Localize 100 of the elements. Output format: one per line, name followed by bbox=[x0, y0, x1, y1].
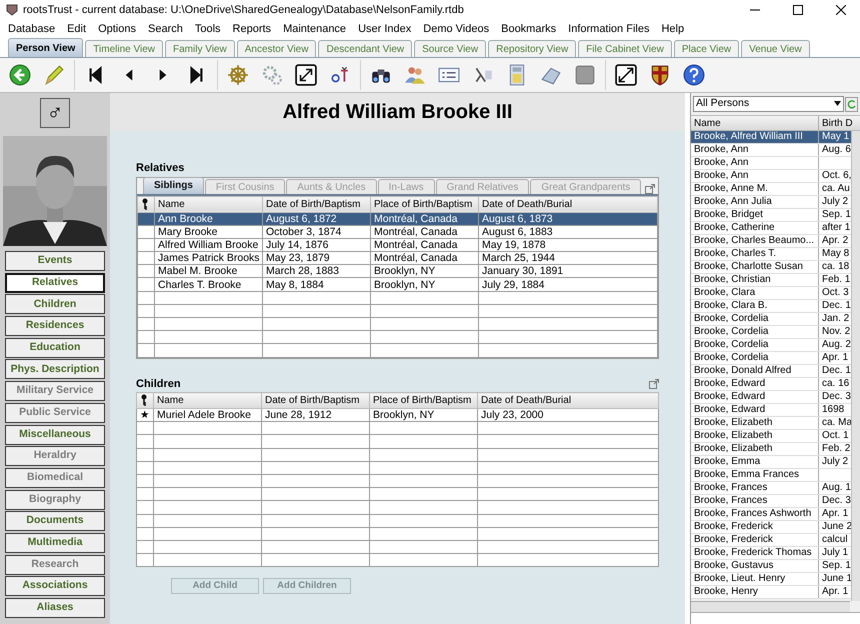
section-button[interactable]: Phys. Description bbox=[5, 359, 105, 380]
list-row[interactable]: Brooke, Elizabeth Feb. 2 bbox=[691, 443, 851, 456]
section-button[interactable]: Military Service bbox=[5, 381, 105, 402]
menu-item[interactable]: Maintenance bbox=[277, 20, 352, 38]
list-row[interactable]: Brooke, Edward Dec. 3 bbox=[691, 391, 851, 404]
list-row[interactable]: Brooke, Emma Frances bbox=[691, 469, 851, 482]
list-row[interactable]: Brooke, Frederick calcul bbox=[691, 534, 851, 547]
list-row[interactable]: Brooke, Donald Alfred Dec. 1 bbox=[691, 365, 851, 378]
menu-item[interactable]: Information Files bbox=[562, 20, 656, 38]
section-button[interactable]: Children bbox=[5, 294, 105, 314]
menu-item[interactable]: Options bbox=[92, 20, 142, 38]
column-header[interactable]: Date of Death/Burial bbox=[478, 392, 658, 409]
list-row[interactable]: Brooke, Elizabeth Oct. 1 bbox=[691, 430, 851, 443]
list-row[interactable]: Brooke, Henry Apr. 1 bbox=[691, 586, 851, 599]
section-button[interactable]: Research bbox=[5, 554, 105, 575]
section-button[interactable]: Biography bbox=[5, 490, 105, 510]
view-tab[interactable]: Timeline View bbox=[85, 40, 163, 57]
list-row[interactable]: Brooke, Lieut. Henry June 1 bbox=[691, 573, 851, 586]
shield-icon[interactable] bbox=[649, 64, 671, 86]
column-header[interactable]: Date of Birth/Baptism bbox=[262, 392, 370, 409]
popout-icon[interactable] bbox=[649, 378, 659, 389]
square-icon[interactable] bbox=[574, 64, 596, 86]
section-button[interactable]: Aliases bbox=[5, 598, 105, 618]
scrollbar[interactable] bbox=[851, 131, 860, 601]
menu-item[interactable]: Demo Videos bbox=[417, 20, 496, 38]
list-row[interactable]: Brooke, Bridget Sep. 1 bbox=[691, 209, 851, 222]
column-header[interactable]: Name bbox=[154, 392, 262, 409]
section-button[interactable]: Residences bbox=[5, 316, 105, 336]
list-row[interactable]: Brooke, Cordelia Jan. 2 bbox=[691, 313, 851, 326]
section-button[interactable]: Heraldry bbox=[5, 446, 105, 466]
column-header[interactable]: Name bbox=[154, 196, 262, 212]
list-row[interactable]: Brooke, Gustavus Sep. 1 bbox=[691, 560, 851, 573]
list-row[interactable]: Brooke, Edward 1698 bbox=[691, 404, 851, 417]
popout-icon[interactable] bbox=[645, 184, 655, 194]
column-header[interactable]: Date of Birth/Baptism bbox=[262, 196, 370, 212]
expand-icon[interactable] bbox=[295, 64, 317, 86]
scrollbar[interactable] bbox=[691, 601, 850, 612]
list-row[interactable]: Brooke, Cordelia Aug. 2 bbox=[691, 339, 851, 352]
column-header[interactable]: Birth D bbox=[819, 116, 851, 130]
section-button[interactable]: Multimedia bbox=[5, 532, 105, 553]
menu-item[interactable]: Help bbox=[655, 20, 690, 38]
view-tab[interactable]: Venue View bbox=[741, 40, 810, 57]
back-icon[interactable] bbox=[9, 64, 31, 86]
menu-item[interactable]: Bookmarks bbox=[495, 20, 562, 38]
maximize-icon[interactable] bbox=[793, 5, 803, 15]
close-icon[interactable] bbox=[836, 5, 846, 15]
view-tab[interactable]: Source View bbox=[414, 40, 486, 57]
list-row[interactable]: Brooke, Emma July 2 bbox=[691, 456, 851, 469]
section-button[interactable]: Documents bbox=[5, 511, 105, 532]
view-tab[interactable]: File Cabinet View bbox=[578, 40, 672, 57]
section-button[interactable]: Associations bbox=[5, 576, 105, 596]
list-row[interactable]: Brooke, Alfred William III May 1 bbox=[691, 131, 851, 144]
list-row[interactable]: Brooke, Charles Beaumo... Apr. 2 bbox=[691, 235, 851, 248]
view-tab[interactable]: Place View bbox=[674, 40, 740, 57]
relatives-tab[interactable]: Siblings bbox=[143, 176, 204, 194]
menu-item[interactable]: Tools bbox=[188, 20, 227, 38]
view-tab[interactable]: Ancestor View bbox=[236, 40, 316, 57]
list-row[interactable]: Brooke, Cordelia Nov. 2 bbox=[691, 326, 851, 339]
list-row[interactable]: Brooke, Frances Ashworth Apr. 1 bbox=[691, 508, 851, 521]
list-row[interactable]: Brooke, Ann Aug. 6 bbox=[691, 144, 851, 157]
list-row[interactable]: Brooke, Frances Dec. 3 bbox=[691, 495, 851, 508]
list-row[interactable]: Brooke, Clara B. Dec. 1 bbox=[691, 300, 851, 313]
view-tab[interactable]: Repository View bbox=[488, 40, 576, 57]
menu-item[interactable]: Search bbox=[142, 20, 189, 38]
list-row[interactable]: Brooke, Ann Oct. 6, bbox=[691, 170, 851, 183]
list-row[interactable]: Brooke, Charlotte Susan ca. 18 bbox=[691, 261, 851, 274]
column-header[interactable]: Date of Death/Burial bbox=[478, 196, 658, 212]
list-row[interactable]: Brooke, Ann Julia July 2 bbox=[691, 196, 851, 209]
section-button[interactable]: Biomedical bbox=[5, 468, 105, 488]
menu-item[interactable]: Edit bbox=[61, 20, 92, 38]
menu-item[interactable]: User Index bbox=[352, 20, 418, 38]
list-row[interactable]: Brooke, Clara Oct. 3 bbox=[691, 287, 851, 300]
list-row[interactable]: Brooke, Edward ca. 16 bbox=[691, 378, 851, 391]
section-button[interactable]: Events bbox=[5, 251, 105, 271]
section-button[interactable]: Public Service bbox=[5, 402, 105, 423]
help-icon[interactable] bbox=[683, 64, 705, 86]
section-button[interactable]: Education bbox=[5, 338, 105, 358]
list-row[interactable]: Brooke, Ann bbox=[691, 157, 851, 170]
resize-icon[interactable] bbox=[615, 64, 637, 86]
pencil-icon[interactable] bbox=[43, 64, 65, 86]
view-tab[interactable]: Descendant View bbox=[318, 40, 412, 57]
section-button[interactable]: Miscellaneous bbox=[5, 424, 105, 444]
menu-item[interactable]: Reports bbox=[226, 20, 278, 38]
menu-item[interactable]: Database bbox=[2, 20, 62, 38]
view-tab[interactable]: Person View bbox=[8, 38, 84, 57]
list-row[interactable]: Brooke, Frances Aug. 1 bbox=[691, 482, 851, 495]
list-row[interactable]: Brooke, Charles T. May 8 bbox=[691, 248, 851, 261]
column-header[interactable]: Name bbox=[691, 116, 819, 130]
list-row[interactable]: Brooke, Anne M. ca. Au bbox=[691, 183, 851, 196]
column-header[interactable]: Place of Birth/Baptism bbox=[370, 196, 478, 212]
gender-button[interactable]: ♂ bbox=[40, 98, 70, 128]
wheel-icon[interactable] bbox=[227, 64, 249, 86]
list-row[interactable]: Brooke, Christian Feb. 1 bbox=[691, 274, 851, 287]
column-header[interactable]: Place of Birth/Baptism bbox=[370, 392, 478, 409]
section-button[interactable]: Relatives bbox=[5, 272, 105, 293]
dropdown-arrow-icon[interactable] bbox=[834, 100, 841, 106]
view-tab[interactable]: Family View bbox=[165, 40, 235, 57]
list-row[interactable]: Brooke, Cordelia Apr. 1 bbox=[691, 352, 851, 365]
list-row[interactable]: Brooke, Catherine after 1 bbox=[691, 222, 851, 235]
list-row[interactable]: Brooke, Frederick Thomas July 1 bbox=[691, 547, 851, 560]
